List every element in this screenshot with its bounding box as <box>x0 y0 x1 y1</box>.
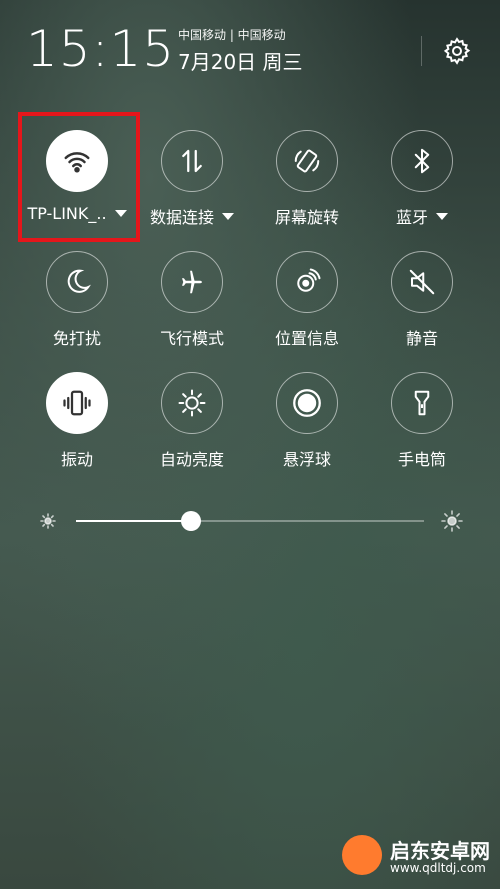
tile-label: 免打扰 <box>52 329 101 348</box>
watermark-logo <box>342 835 382 875</box>
rotate-screen-icon <box>294 149 320 173</box>
tile-flashlight[interactable]: 手电筒 <box>367 372 477 470</box>
watermark: 启东安卓网 www.qdltdj.com <box>342 833 492 881</box>
mobile-data-icon <box>182 149 202 173</box>
tile-mobile-data[interactable]: 数据连接 <box>137 130 247 228</box>
tile-circle <box>161 130 223 192</box>
brightness-thumb[interactable] <box>180 511 201 531</box>
moon-icon <box>67 269 91 293</box>
tile-circle <box>161 372 223 434</box>
tile-circle <box>276 251 338 313</box>
tile-mute[interactable]: 静音 <box>367 251 477 349</box>
clock-time: 15:15 <box>26 20 176 78</box>
tile-label: 位置信息 <box>274 329 339 348</box>
tile-circle <box>391 251 453 313</box>
brightness-fill <box>76 520 191 522</box>
tile-label: 手电筒 <box>397 450 446 469</box>
tile-label: 屏幕旋转 <box>274 208 339 227</box>
brightness-track[interactable] <box>76 511 424 531</box>
tile-label: 悬浮球 <box>282 450 331 469</box>
gear-icon <box>443 37 471 65</box>
tile-floating-ball[interactable]: 悬浮球 <box>252 372 362 470</box>
quick-settings-row: 免打扰 飞行模式 位置信息 静音 <box>0 251 500 372</box>
tile-circle <box>46 372 108 434</box>
flashlight-icon <box>414 390 430 416</box>
tile-label: 自动亮度 <box>159 450 224 469</box>
tile-circle <box>391 372 453 434</box>
floating-ball-icon <box>293 389 321 417</box>
vibrate-icon <box>63 390 91 416</box>
tile-do-not-disturb[interactable]: 免打扰 <box>22 251 132 349</box>
brightness-slider[interactable] <box>30 503 470 539</box>
tile-rotate[interactable]: 屏幕旋转 <box>252 130 362 228</box>
carrier-name: 中国移动 | 中国移动 <box>178 28 286 42</box>
caret-down-icon <box>222 212 234 220</box>
auto-brightness-icon <box>178 389 206 417</box>
tile-label: 振动 <box>60 450 93 469</box>
sun-high-icon <box>441 510 463 532</box>
tile-label: 飞行模式 <box>159 329 224 348</box>
date-text: 7月20日 周三 <box>178 50 303 74</box>
tile-label: 蓝牙 <box>367 204 477 228</box>
quick-settings-row: 振动 自动亮度 悬浮球 手电筒 <box>0 372 500 493</box>
bluetooth-icon <box>414 148 430 174</box>
tile-circle <box>276 372 338 434</box>
header-divider <box>421 36 422 66</box>
tile-circle <box>391 130 453 192</box>
tile-location[interactable]: 位置信息 <box>252 251 362 349</box>
tile-vibrate[interactable]: 振动 <box>22 372 132 470</box>
tile-circle <box>161 251 223 313</box>
sun-low-icon <box>40 513 56 529</box>
tile-label: 数据连接 <box>137 204 247 228</box>
tile-airplane-mode[interactable]: 飞行模式 <box>137 251 247 349</box>
mute-icon <box>409 269 435 295</box>
location-icon <box>297 268 321 292</box>
caret-down-icon <box>436 212 448 220</box>
tile-label: 静音 <box>405 329 438 348</box>
tile-bluetooth[interactable]: 蓝牙 <box>367 130 477 228</box>
watermark-url: www.qdltdj.com <box>390 861 486 875</box>
airplane-icon <box>182 270 202 294</box>
tile-circle <box>276 130 338 192</box>
settings-button[interactable] <box>440 34 474 68</box>
watermark-title: 启东安卓网 <box>390 839 490 863</box>
tile-circle <box>46 251 108 313</box>
highlight-box <box>18 112 140 242</box>
tile-auto-brightness[interactable]: 自动亮度 <box>137 372 247 470</box>
